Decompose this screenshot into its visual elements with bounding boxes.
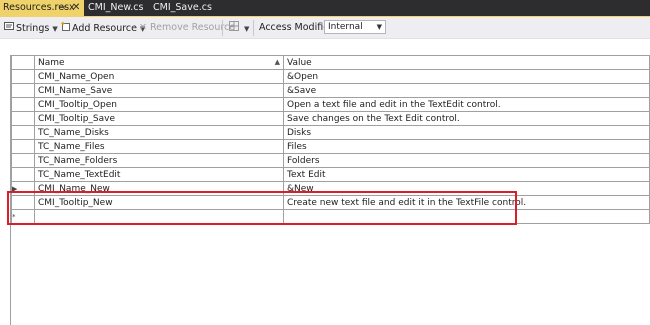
row-selector[interactable] bbox=[11, 111, 35, 126]
grid-header-row: Name ▲ Value bbox=[11, 55, 650, 70]
table-row[interactable]: CMI_Tooltip_Save Save changes on the Tex… bbox=[11, 111, 650, 126]
table-row[interactable]: TC_Name_TextEdit Text Edit bbox=[11, 167, 650, 182]
grid-view-icon bbox=[229, 21, 239, 36]
resource-grid-area: Name ▲ Value CMI_Name_Open &Open CMI_Nam… bbox=[0, 41, 650, 325]
value-cell[interactable]: Save changes on the Text Edit control. bbox=[283, 111, 650, 126]
row-selector[interactable] bbox=[11, 69, 35, 84]
value-cell[interactable]: Folders bbox=[283, 153, 650, 168]
value-cell[interactable]: Files bbox=[283, 139, 650, 154]
chevron-down-icon: ▼ bbox=[244, 25, 250, 33]
add-resource-icon: ✦ bbox=[60, 20, 70, 36]
strings-label: Strings bbox=[16, 23, 50, 34]
row-selector-header[interactable] bbox=[11, 55, 35, 70]
name-cell[interactable]: TC_Name_Folders bbox=[34, 153, 284, 168]
pin-icon[interactable]: ⊸ bbox=[59, 0, 66, 16]
column-header-label: Name bbox=[38, 57, 65, 68]
column-header-label: Value bbox=[287, 57, 312, 68]
row-selector[interactable] bbox=[11, 153, 35, 168]
sort-ascending-icon: ▲ bbox=[274, 57, 280, 66]
name-cell[interactable]: CMI_Tooltip_Save bbox=[34, 111, 284, 126]
table-row[interactable]: CMI_Name_Save &Save bbox=[11, 83, 650, 98]
name-cell[interactable]: TC_Name_Files bbox=[34, 139, 284, 154]
remove-icon: ✕ bbox=[139, 22, 147, 33]
name-cell[interactable]: CMI_Tooltip_Open bbox=[34, 97, 284, 112]
table-row[interactable]: CMI_Name_Open &Open bbox=[11, 69, 650, 84]
strings-dropdown[interactable]: Strings ▼ bbox=[4, 21, 58, 35]
chevron-down-icon: ▼ bbox=[52, 25, 58, 33]
add-resource-label: Add Resource bbox=[72, 23, 137, 34]
table-row[interactable]: CMI_Tooltip_Open Open a text file and ed… bbox=[11, 97, 650, 112]
table-row[interactable]: TC_Name_Disks Disks bbox=[11, 125, 650, 140]
value-cell[interactable]: &Open bbox=[283, 69, 650, 84]
tab-cmi-new[interactable]: CMI_New.cs bbox=[88, 0, 143, 16]
view-options-dropdown[interactable]: ▼ bbox=[229, 21, 249, 35]
tab-resources-resx[interactable]: Resources.resx ⊸ ✕ bbox=[0, 0, 84, 16]
highlight-annotation bbox=[7, 191, 517, 225]
strings-icon bbox=[4, 21, 14, 36]
row-selector[interactable] bbox=[11, 97, 35, 112]
tab-label: CMI_New.cs bbox=[88, 2, 144, 13]
access-modifier-value: Internal bbox=[328, 22, 363, 32]
close-icon[interactable]: ✕ bbox=[72, 0, 80, 16]
toolbar-separator bbox=[222, 20, 223, 36]
row-selector[interactable] bbox=[11, 83, 35, 98]
table-row[interactable]: TC_Name_Files Files bbox=[11, 139, 650, 154]
row-selector[interactable] bbox=[11, 125, 35, 140]
remove-resource-button[interactable]: ✕ Remove Resource bbox=[138, 21, 235, 35]
document-tab-strip: Resources.resx ⊸ ✕ CMI_New.cs CMI_Save.c… bbox=[0, 0, 650, 17]
resource-toolbar: Strings ▼ ✦ Add Resource ▼ ✕ Remove Resourc… bbox=[0, 17, 650, 39]
value-cell[interactable]: Text Edit bbox=[283, 167, 650, 182]
toolbar-separator bbox=[253, 20, 254, 36]
access-modifier-select[interactable]: Internal ▼ bbox=[324, 20, 386, 34]
tab-cmi-save[interactable]: CMI_Save.cs bbox=[153, 0, 212, 16]
name-cell[interactable]: CMI_Name_Save bbox=[34, 83, 284, 98]
table-row[interactable]: TC_Name_Folders Folders bbox=[11, 153, 650, 168]
row-selector[interactable] bbox=[11, 167, 35, 182]
name-cell[interactable]: TC_Name_TextEdit bbox=[34, 167, 284, 182]
column-header-name[interactable]: Name ▲ bbox=[34, 55, 284, 70]
value-cell[interactable]: &Save bbox=[283, 83, 650, 98]
row-selector[interactable] bbox=[11, 139, 35, 154]
chevron-down-icon: ▼ bbox=[376, 23, 382, 31]
column-header-value[interactable]: Value bbox=[283, 55, 650, 70]
value-cell[interactable]: Disks bbox=[283, 125, 650, 140]
add-resource-button[interactable]: ✦ Add Resource ▼ bbox=[60, 20, 145, 36]
svg-text:✦: ✦ bbox=[60, 21, 66, 28]
value-cell[interactable]: Open a text file and edit in the TextEdi… bbox=[283, 97, 650, 112]
name-cell[interactable]: TC_Name_Disks bbox=[34, 125, 284, 140]
name-cell[interactable]: CMI_Name_Open bbox=[34, 69, 284, 84]
tab-label: CMI_Save.cs bbox=[153, 2, 212, 13]
